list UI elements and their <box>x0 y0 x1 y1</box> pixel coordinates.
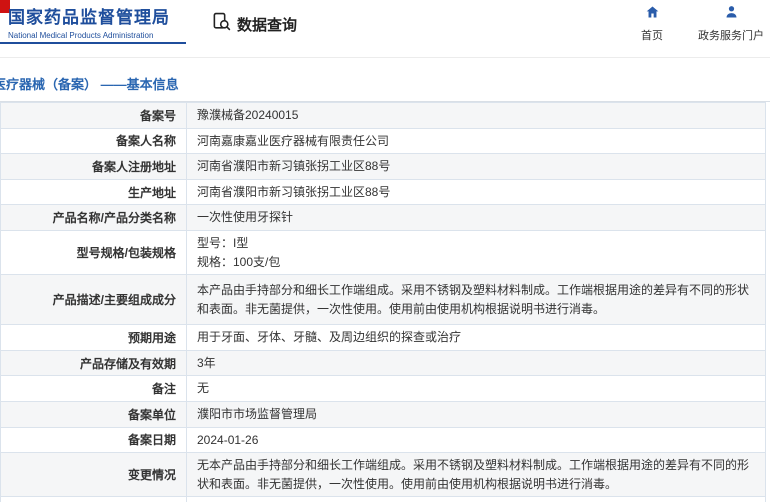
row-value: 用于牙面、牙体、牙髓、及周边组织的探查或治疗 <box>186 324 766 351</box>
row-label: 产品名称/产品分类名称 <box>0 204 187 231</box>
table-row-product-description: 产品描述/主要组成成分 本产品由手持部分和细长工作端组成。采用不锈钢及塑料材料制… <box>0 274 766 326</box>
title-bar: 医疗器械（备案） ——基本信息 <box>0 58 770 102</box>
home-icon <box>645 5 660 24</box>
row-label: 备案单位 <box>0 400 187 428</box>
nav-data-query-label: 数据查询 <box>237 16 298 34</box>
row-value: 河南省濮阳市新习镇张拐工业区88号 <box>186 153 766 180</box>
row-value: 3年 <box>186 349 766 377</box>
org-name-en: National Medical Products Administration <box>8 31 154 40</box>
row-value: 河南省濮阳市新习镇张拐工业区88号 <box>186 178 766 206</box>
table-row-production-address: 生产地址 河南省濮阳市新习镇张拐工业区88号 <box>0 178 766 206</box>
row-label: 产品存储及有效期 <box>0 349 187 377</box>
table-row-change-info: 变更情况 无本产品由手持部分和细长工作端组成。采用不锈钢及塑料材料制成。工作端根… <box>0 452 766 498</box>
row-value: 濮阳市市场监督管理局 <box>186 400 766 428</box>
site-header: 国家药品监督管理局 National Medical Products Admi… <box>0 0 770 58</box>
row-value: 详情 <box>186 496 766 502</box>
row-label: 型号规格/包装规格 <box>0 229 187 276</box>
table-row-intended-use: 预期用途 用于牙面、牙体、牙髓、及周边组织的探查或治疗 <box>0 324 766 351</box>
row-value: 无本产品由手持部分和细长工作端组成。采用不锈钢及塑料材料制成。工作端根据用途的差… <box>186 452 766 498</box>
table-row-filer-name: 备案人名称 河南嘉康嘉业医疗器械有限责任公司 <box>0 127 766 155</box>
row-value: 一次性使用牙探针 <box>186 204 766 231</box>
row-label: 备案人名称 <box>0 127 187 155</box>
nav-portal-label: 政务服务门户 <box>698 30 764 42</box>
info-table: 备案号 豫濮械备20240015 备案人名称 河南嘉康嘉业医疗器械有限责任公司 … <box>0 102 766 502</box>
table-row-note: 注 详情 <box>0 496 766 502</box>
row-value: 2024-01-26 <box>186 426 766 454</box>
row-value: 河南嘉康嘉业医疗器械有限责任公司 <box>186 127 766 155</box>
org-name-cn: 国家药品监督管理局 <box>8 8 170 27</box>
row-value: 无 <box>186 375 766 402</box>
nav-home[interactable]: 首页 <box>632 5 672 43</box>
table-row-record-number: 备案号 豫濮械备20240015 <box>0 102 766 129</box>
row-label: 产品描述/主要组成成分 <box>0 274 187 326</box>
header-right-nav: 首页 政务服务门户 <box>632 5 764 43</box>
row-label: 备案号 <box>0 102 187 129</box>
table-row-storage-validity: 产品存储及有效期 3年 <box>0 349 766 377</box>
row-label: 备案人注册地址 <box>0 153 187 180</box>
nav-data-query[interactable]: 数据查询 <box>212 12 297 36</box>
table-row-filing-date: 备案日期 2024-01-26 <box>0 426 766 454</box>
table-row-product-name: 产品名称/产品分类名称 一次性使用牙探针 <box>0 204 766 231</box>
logo: 国家药品监督管理局 National Medical Products Admi… <box>0 8 186 44</box>
row-label: 备案日期 <box>0 426 187 454</box>
nav-home-label: 首页 <box>641 30 663 42</box>
table-row-model-spec: 型号规格/包装规格 型号：I型 规格：100支/包 <box>0 229 766 276</box>
row-value: 型号：I型 规格：100支/包 <box>186 229 766 276</box>
table-row-remark: 备注 无 <box>0 375 766 402</box>
row-label: 注 <box>0 496 187 502</box>
row-label: 预期用途 <box>0 324 187 351</box>
user-icon <box>724 5 739 24</box>
table-row-filing-unit: 备案单位 濮阳市市场监督管理局 <box>0 400 766 428</box>
nav-portal[interactable]: 政务服务门户 <box>698 5 764 43</box>
document-search-icon <box>212 12 231 36</box>
row-label: 变更情况 <box>0 452 187 498</box>
page-title: 医疗器械（备案） ——基本信息 <box>0 77 179 92</box>
row-label: 备注 <box>0 375 187 402</box>
row-value: 本产品由手持部分和细长工作端组成。采用不锈钢及塑料材料制成。工作端根据用途的差异… <box>186 274 766 326</box>
logo-underline <box>0 42 186 44</box>
table-row-filer-address: 备案人注册地址 河南省濮阳市新习镇张拐工业区88号 <box>0 153 766 180</box>
row-value: 豫濮械备20240015 <box>186 102 766 129</box>
row-label: 生产地址 <box>0 178 187 206</box>
page: 国家药品监督管理局 National Medical Products Admi… <box>0 0 770 502</box>
